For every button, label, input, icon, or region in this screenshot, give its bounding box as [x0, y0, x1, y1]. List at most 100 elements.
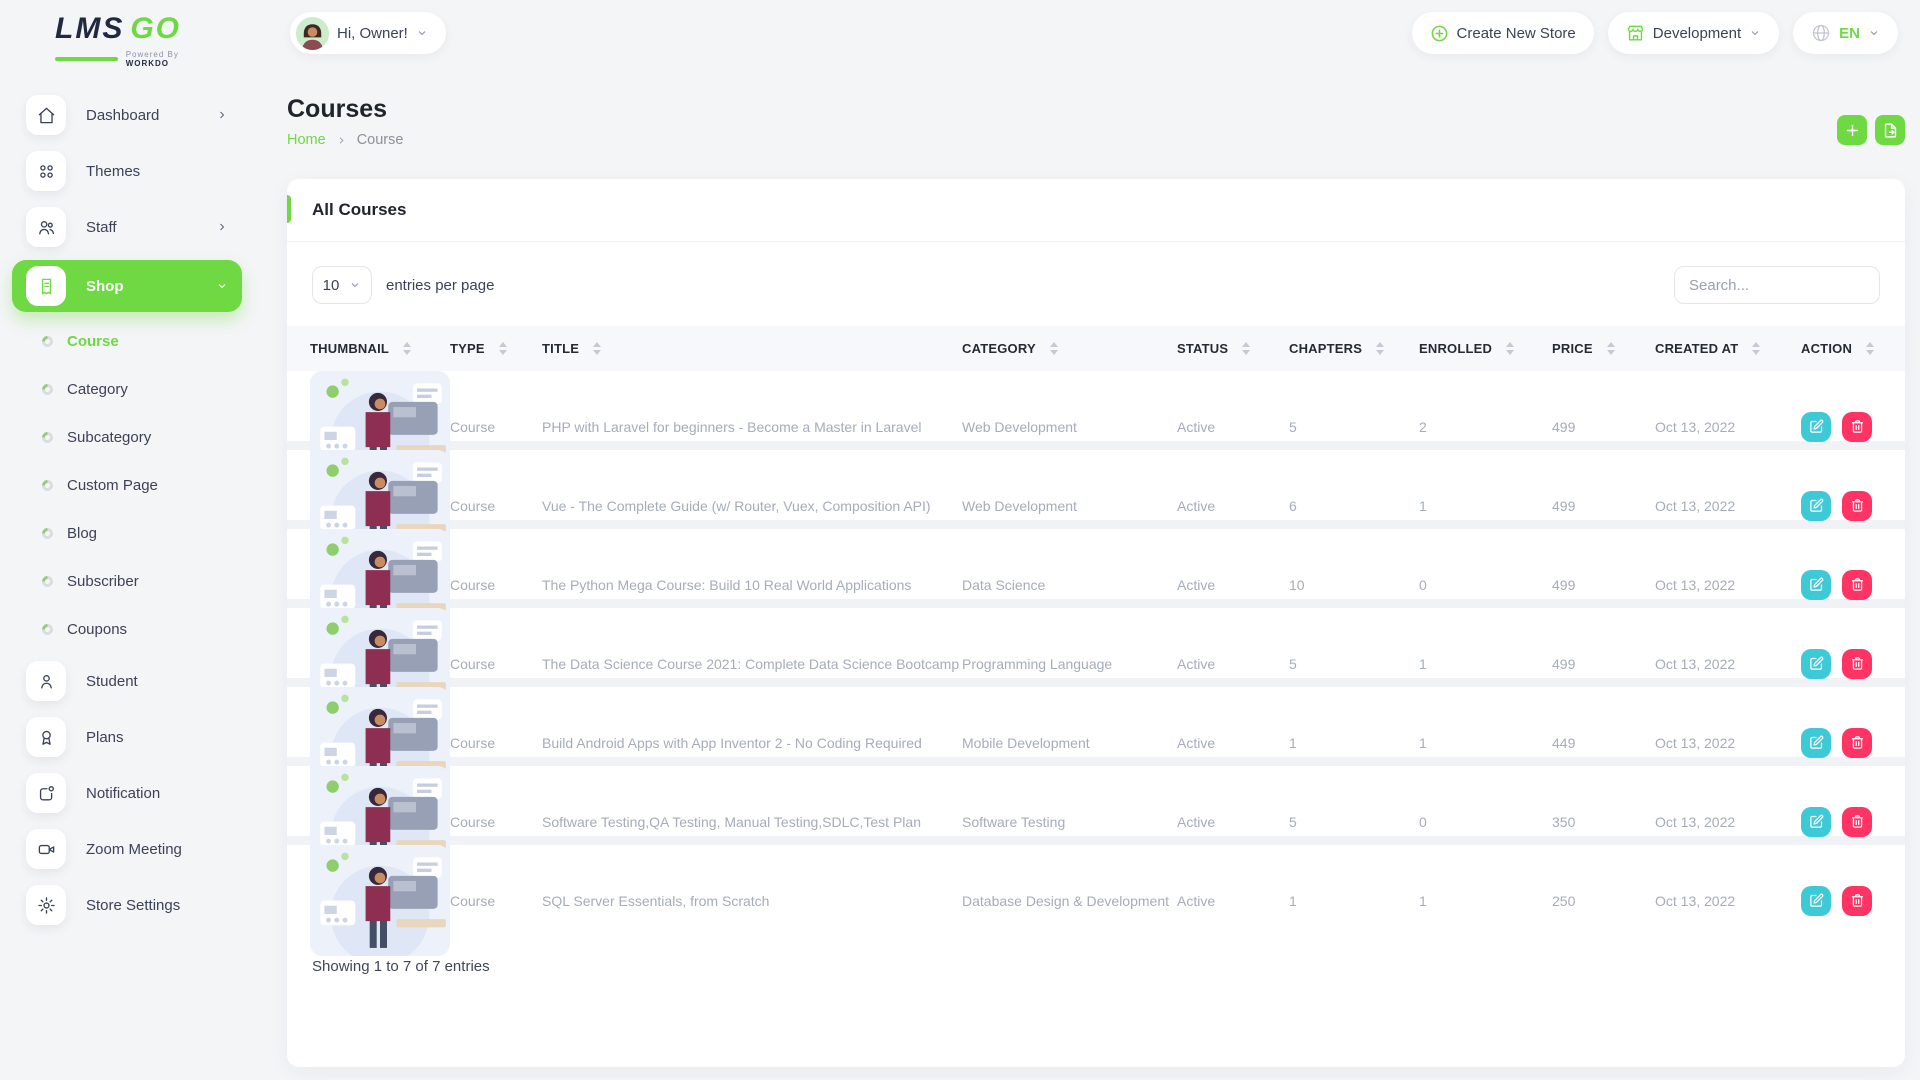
- course-enrolled: 1: [1419, 893, 1552, 909]
- edit-button[interactable]: [1801, 886, 1831, 916]
- sidebar-item-notification[interactable]: Notification: [12, 770, 242, 816]
- course-chapters: 1: [1289, 735, 1419, 751]
- column-header[interactable]: PRICE: [1552, 341, 1655, 356]
- trash-icon: [1850, 419, 1865, 434]
- sidebar-item-store-settings[interactable]: Store Settings: [12, 882, 242, 928]
- create-new-store-button[interactable]: Create New Store: [1412, 12, 1594, 54]
- sort-icon[interactable]: [1050, 342, 1058, 355]
- entries-per-page-select[interactable]: 10: [312, 266, 372, 304]
- course-category: Database Design & Development: [962, 893, 1177, 909]
- sort-icon[interactable]: [1752, 342, 1760, 355]
- course-price: 250: [1552, 893, 1655, 909]
- table-body: Course PHP with Laravel for beginners - …: [287, 371, 1905, 924]
- language-selector[interactable]: EN: [1793, 12, 1898, 54]
- column-header[interactable]: STATUS: [1177, 341, 1289, 356]
- edit-button[interactable]: [1801, 728, 1831, 758]
- sort-icon[interactable]: [1607, 342, 1615, 355]
- sidebar-item-shop[interactable]: Shop: [12, 260, 242, 312]
- app-logo[interactable]: LMS GO Powered By WORKDO: [55, 12, 215, 68]
- edit-icon: [1809, 577, 1824, 592]
- course-enrolled: 2: [1419, 419, 1552, 435]
- sidebar-subitem-coupons[interactable]: Coupons: [12, 610, 242, 648]
- file-export-icon: [1882, 122, 1899, 139]
- column-header[interactable]: TYPE: [450, 341, 542, 356]
- course-price: 499: [1552, 577, 1655, 593]
- course-chapters: 6: [1289, 498, 1419, 514]
- chevron-down-icon: [1749, 27, 1761, 39]
- edit-button[interactable]: [1801, 412, 1831, 442]
- bullet-icon: [40, 381, 56, 397]
- sort-icon[interactable]: [1866, 342, 1874, 355]
- edit-button[interactable]: [1801, 570, 1831, 600]
- breadcrumb-home-link[interactable]: Home: [287, 132, 326, 148]
- column-header[interactable]: CREATED AT: [1655, 341, 1801, 356]
- edit-button[interactable]: [1801, 807, 1831, 837]
- course-status: Active: [1177, 498, 1289, 514]
- logo-text: LMS GO: [55, 12, 215, 46]
- course-price: 499: [1552, 498, 1655, 514]
- edit-button[interactable]: [1801, 649, 1831, 679]
- delete-button[interactable]: [1842, 491, 1872, 521]
- delete-button[interactable]: [1842, 570, 1872, 600]
- sidebar-item-staff[interactable]: Staff: [12, 204, 242, 250]
- sort-icon[interactable]: [593, 342, 601, 355]
- table-row: Course Software Testing,QA Testing, Manu…: [287, 766, 1905, 845]
- course-category: Data Science: [962, 577, 1177, 593]
- column-label: CATEGORY: [962, 341, 1036, 356]
- course-price: 499: [1552, 419, 1655, 435]
- column-header[interactable]: ENROLLED: [1419, 341, 1552, 356]
- column-header[interactable]: ACTION: [1801, 341, 1882, 356]
- course-status: Active: [1177, 735, 1289, 751]
- sidebar-subitem-subscriber[interactable]: Subscriber: [12, 562, 242, 600]
- column-header[interactable]: CATEGORY: [962, 341, 1177, 356]
- sort-icon[interactable]: [499, 342, 507, 355]
- sort-icon[interactable]: [1242, 342, 1250, 355]
- sidebar-item-student[interactable]: Student: [12, 658, 242, 704]
- delete-button[interactable]: [1842, 728, 1872, 758]
- sidebar-item-themes[interactable]: Themes: [12, 148, 242, 194]
- export-button[interactable]: [1875, 115, 1905, 145]
- user-menu-button[interactable]: Hi, Owner!: [290, 12, 446, 54]
- delete-button[interactable]: [1842, 807, 1872, 837]
- column-label: CREATED AT: [1655, 341, 1738, 356]
- sidebar-subitem-subcategory[interactable]: Subcategory: [12, 418, 242, 456]
- gear-icon: [26, 885, 66, 925]
- breadcrumb-current: Course: [357, 132, 404, 148]
- sidebar-item-plans[interactable]: Plans: [12, 714, 242, 760]
- sort-icon[interactable]: [1506, 342, 1514, 355]
- edit-button[interactable]: [1801, 491, 1831, 521]
- chevron-down-icon: [349, 279, 361, 291]
- delete-button[interactable]: [1842, 886, 1872, 916]
- course-title: Build Android Apps with App Inventor 2 -…: [542, 735, 962, 751]
- store-selector[interactable]: Development: [1608, 12, 1779, 54]
- course-created-at: Oct 13, 2022: [1655, 498, 1801, 514]
- column-label: ENROLLED: [1419, 341, 1492, 356]
- course-created-at: Oct 13, 2022: [1655, 656, 1801, 672]
- delete-button[interactable]: [1842, 649, 1872, 679]
- sidebar-item-dashboard[interactable]: Dashboard: [12, 92, 242, 138]
- greeting-label: Hi, Owner!: [337, 25, 408, 42]
- delete-button[interactable]: [1842, 412, 1872, 442]
- course-category: Software Testing: [962, 814, 1177, 830]
- bullet-icon: [40, 429, 56, 445]
- column-header[interactable]: TITLE: [542, 341, 962, 356]
- student-icon: [26, 661, 66, 701]
- column-header[interactable]: THUMBNAIL: [310, 341, 450, 356]
- add-course-button[interactable]: [1837, 115, 1867, 145]
- column-label: THUMBNAIL: [310, 341, 389, 356]
- sidebar-subitem-course[interactable]: Course: [12, 322, 242, 360]
- sidebar: Dashboard Themes Staff Shop Course Categ…: [12, 92, 242, 938]
- sidebar-subitem-custom-page[interactable]: Custom Page: [12, 466, 242, 504]
- sidebar-item-zoom-meeting[interactable]: Zoom Meeting: [12, 826, 242, 872]
- sidebar-subitem-category[interactable]: Category: [12, 370, 242, 408]
- avatar: [296, 17, 329, 50]
- column-header[interactable]: CHAPTERS: [1289, 341, 1419, 356]
- sidebar-subitem-blog[interactable]: Blog: [12, 514, 242, 552]
- column-label: ACTION: [1801, 341, 1852, 356]
- course-type: Course: [450, 498, 542, 514]
- sort-icon[interactable]: [1376, 342, 1384, 355]
- search-input[interactable]: [1674, 266, 1880, 304]
- sort-icon[interactable]: [403, 342, 411, 355]
- table-row: Course SQL Server Essentials, from Scrat…: [287, 845, 1905, 924]
- chevron-down-icon: [1868, 27, 1880, 39]
